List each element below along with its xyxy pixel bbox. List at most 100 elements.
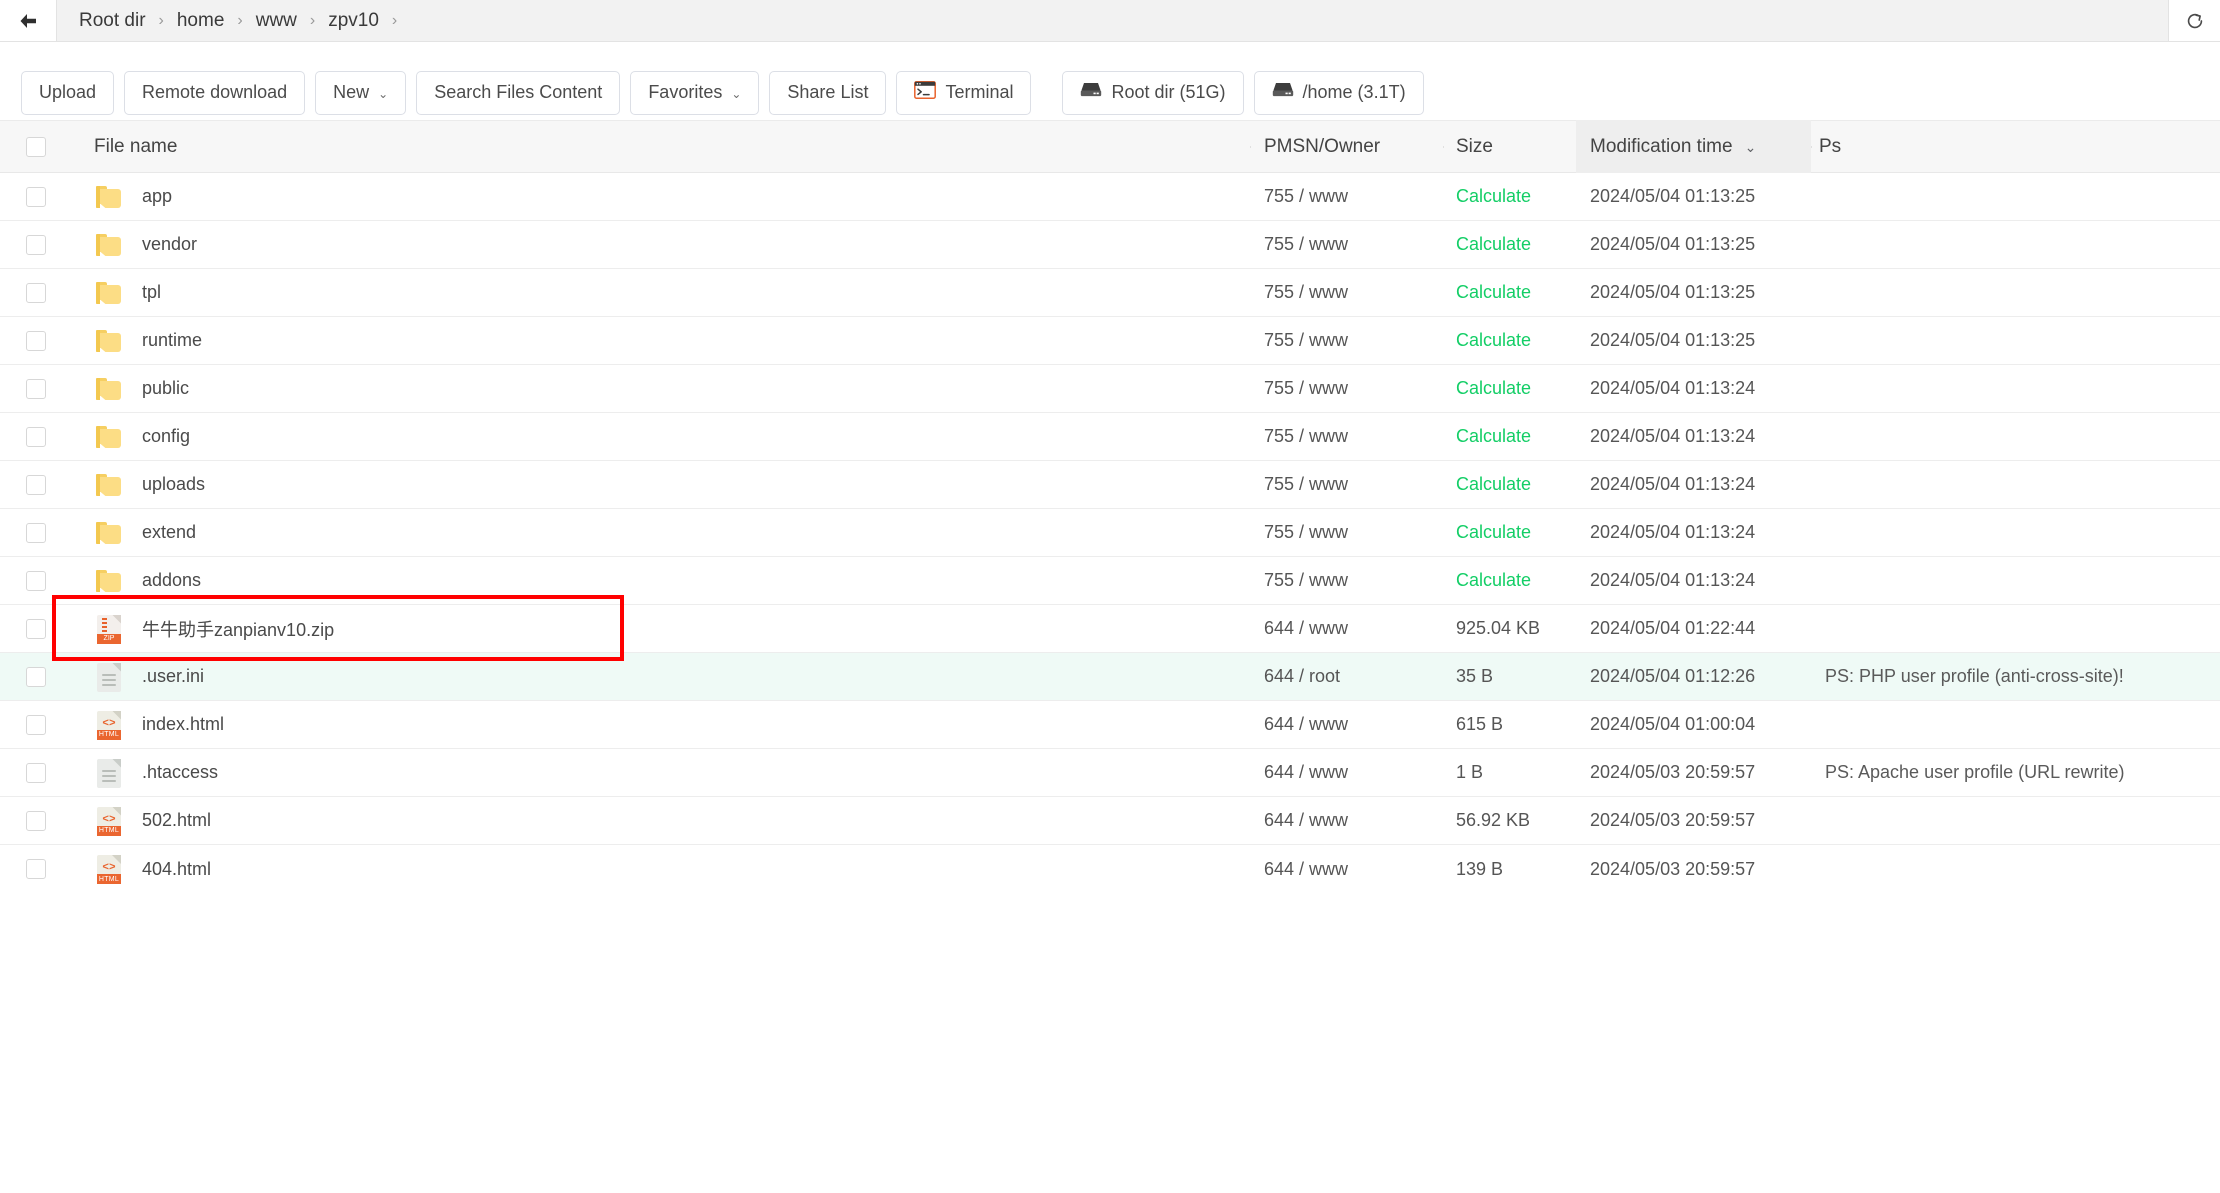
refresh-button[interactable] bbox=[2168, 0, 2220, 41]
file-name-cell[interactable]: config bbox=[72, 421, 1255, 453]
permission-owner-cell[interactable]: 755 / www bbox=[1255, 378, 1448, 399]
table-row[interactable]: .user.ini 644 / root 35 B 2024/05/04 01:12:… bbox=[0, 653, 2220, 701]
permission-owner-cell[interactable]: 755 / www bbox=[1255, 330, 1448, 351]
file-name-cell[interactable]: uploads bbox=[72, 469, 1255, 501]
row-checkbox[interactable] bbox=[26, 474, 46, 495]
file-name-label[interactable]: .htaccess bbox=[142, 762, 218, 783]
permission-owner-cell[interactable]: 644 / www bbox=[1255, 810, 1448, 831]
table-row[interactable]: ZIP 牛牛助手zanpianv10.zip 644 / www 925.04 KB 2… bbox=[0, 605, 2220, 653]
select-all-checkbox[interactable] bbox=[26, 136, 46, 157]
file-name-cell[interactable]: <> HTML index.html bbox=[72, 709, 1255, 741]
table-row[interactable]: <> HTML index.html 644 / www 615 B 2024/05/04… bbox=[0, 701, 2220, 749]
toolbar-button-share-list[interactable]: Share List bbox=[769, 70, 887, 115]
table-row[interactable]: <> HTML 404.html 644 / www 139 B 2024/05/03 2… bbox=[0, 845, 2220, 893]
sort-chevron-down-icon[interactable]: ⌄ bbox=[1745, 140, 1757, 154]
table-row[interactable]: vendor 755 / www Calculate 2024/05/04 01:13… bbox=[0, 221, 2220, 269]
file-name-label[interactable]: 404.html bbox=[142, 859, 211, 880]
file-name-cell[interactable]: <> HTML 404.html bbox=[72, 853, 1255, 885]
table-row[interactable]: app 755 / www Calculate 2024/05/04 01:13:25 bbox=[0, 173, 2220, 221]
table-row[interactable]: <> HTML 502.html 644 / www 56.92 KB 2024/05/0… bbox=[0, 797, 2220, 845]
permission-owner-cell[interactable]: 644 / www bbox=[1255, 618, 1448, 639]
row-checkbox[interactable] bbox=[26, 378, 46, 399]
toolbar-button-terminal[interactable]: Terminal bbox=[896, 70, 1032, 115]
toolbar-button-root-dir-51g[interactable]: Root dir (51G) bbox=[1062, 70, 1244, 115]
file-name-label[interactable]: runtime bbox=[142, 330, 202, 351]
column-header-file-name[interactable]: File name bbox=[72, 136, 1255, 158]
breadcrumb-item-zpv10[interactable]: zpv10 bbox=[328, 8, 379, 34]
calculate-size-link[interactable]: Calculate bbox=[1456, 570, 1531, 590]
file-name-label[interactable]: extend bbox=[142, 522, 196, 543]
table-row[interactable]: uploads 755 / www Calculate 2024/05/04 01:1… bbox=[0, 461, 2220, 509]
permission-owner-cell[interactable]: 644 / www bbox=[1255, 762, 1448, 783]
table-row[interactable]: public 755 / www Calculate 2024/05/04 01:13… bbox=[0, 365, 2220, 413]
file-name-label[interactable]: uploads bbox=[142, 474, 205, 495]
column-header-modification-time[interactable]: Modification time ⌄ bbox=[1576, 120, 1811, 173]
breadcrumb-item-root-dir[interactable]: Root dir bbox=[79, 8, 146, 34]
file-name-cell[interactable]: addons bbox=[72, 565, 1255, 597]
column-header-permission[interactable]: PMSN/Owner bbox=[1250, 136, 1448, 158]
row-checkbox[interactable] bbox=[26, 666, 46, 687]
file-name-label[interactable]: .user.ini bbox=[142, 666, 204, 687]
file-name-cell[interactable]: app bbox=[72, 181, 1255, 213]
file-name-cell[interactable]: vendor bbox=[72, 229, 1255, 261]
calculate-size-link[interactable]: Calculate bbox=[1456, 426, 1531, 446]
row-checkbox[interactable] bbox=[26, 618, 46, 639]
file-name-label[interactable]: tpl bbox=[142, 282, 161, 303]
row-checkbox[interactable] bbox=[26, 186, 46, 207]
permission-owner-cell[interactable]: 755 / www bbox=[1255, 186, 1448, 207]
table-row[interactable]: tpl 755 / www Calculate 2024/05/04 01:13:25 bbox=[0, 269, 2220, 317]
toolbar-button-search-files-content[interactable]: Search Files Content bbox=[416, 70, 621, 115]
file-name-cell[interactable]: <> HTML 502.html bbox=[72, 805, 1255, 837]
permission-owner-cell[interactable]: 755 / www bbox=[1255, 282, 1448, 303]
row-checkbox[interactable] bbox=[26, 859, 46, 879]
back-button[interactable] bbox=[0, 0, 57, 41]
table-row[interactable]: runtime 755 / www Calculate 2024/05/04 01:1… bbox=[0, 317, 2220, 365]
permission-owner-cell[interactable]: 644 / www bbox=[1255, 714, 1448, 735]
toolbar-button-new[interactable]: New ⌄ bbox=[315, 70, 407, 115]
permission-owner-cell[interactable]: 755 / www bbox=[1255, 522, 1448, 543]
table-row[interactable]: addons 755 / www Calculate 2024/05/04 01:13… bbox=[0, 557, 2220, 605]
calculate-size-link[interactable]: Calculate bbox=[1456, 282, 1531, 302]
column-header-ps[interactable]: Ps bbox=[1811, 136, 2220, 158]
breadcrumb-item-www[interactable]: www bbox=[256, 8, 297, 34]
file-name-label[interactable]: 牛牛助手zanpianv10.zip bbox=[142, 616, 334, 642]
column-header-size[interactable]: Size bbox=[1443, 136, 1582, 158]
table-row[interactable]: config 755 / www Calculate 2024/05/04 01:13… bbox=[0, 413, 2220, 461]
file-name-cell[interactable]: tpl bbox=[72, 277, 1255, 309]
calculate-size-link[interactable]: Calculate bbox=[1456, 474, 1531, 494]
file-name-cell[interactable]: runtime bbox=[72, 325, 1255, 357]
toolbar-button-favorites[interactable]: Favorites ⌄ bbox=[630, 70, 760, 115]
permission-owner-cell[interactable]: 755 / www bbox=[1255, 234, 1448, 255]
file-name-cell[interactable]: extend bbox=[72, 517, 1255, 549]
permission-owner-cell[interactable]: 644 / www bbox=[1255, 859, 1448, 880]
file-name-cell[interactable]: .user.ini bbox=[72, 661, 1255, 693]
toolbar-button-home-3-1t[interactable]: /home (3.1T) bbox=[1253, 70, 1424, 115]
breadcrumb-item-home[interactable]: home bbox=[177, 8, 225, 34]
permission-owner-cell[interactable]: 755 / www bbox=[1255, 570, 1448, 591]
permission-owner-cell[interactable]: 755 / www bbox=[1255, 426, 1448, 447]
toolbar-button-upload[interactable]: Upload bbox=[21, 70, 115, 115]
row-checkbox[interactable] bbox=[26, 762, 46, 783]
file-name-label[interactable]: config bbox=[142, 426, 190, 447]
permission-owner-cell[interactable]: 755 / www bbox=[1255, 474, 1448, 495]
table-row[interactable]: extend 755 / www Calculate 2024/05/04 01:13… bbox=[0, 509, 2220, 557]
row-checkbox[interactable] bbox=[26, 570, 46, 591]
calculate-size-link[interactable]: Calculate bbox=[1456, 522, 1531, 542]
permission-owner-cell[interactable]: 644 / root bbox=[1255, 666, 1448, 687]
row-checkbox[interactable] bbox=[26, 330, 46, 351]
row-checkbox[interactable] bbox=[26, 282, 46, 303]
calculate-size-link[interactable]: Calculate bbox=[1456, 234, 1531, 254]
row-checkbox[interactable] bbox=[26, 810, 46, 831]
file-name-cell[interactable]: .htaccess bbox=[72, 757, 1255, 789]
row-checkbox[interactable] bbox=[26, 426, 46, 447]
row-checkbox[interactable] bbox=[26, 522, 46, 543]
file-name-cell[interactable]: ZIP 牛牛助手zanpianv10.zip bbox=[72, 613, 1255, 645]
row-checkbox[interactable] bbox=[26, 714, 46, 735]
calculate-size-link[interactable]: Calculate bbox=[1456, 186, 1531, 206]
file-name-cell[interactable]: public bbox=[72, 373, 1255, 405]
calculate-size-link[interactable]: Calculate bbox=[1456, 378, 1531, 398]
row-checkbox[interactable] bbox=[26, 234, 46, 255]
file-name-label[interactable]: public bbox=[142, 378, 189, 399]
calculate-size-link[interactable]: Calculate bbox=[1456, 330, 1531, 350]
file-name-label[interactable]: index.html bbox=[142, 714, 224, 735]
